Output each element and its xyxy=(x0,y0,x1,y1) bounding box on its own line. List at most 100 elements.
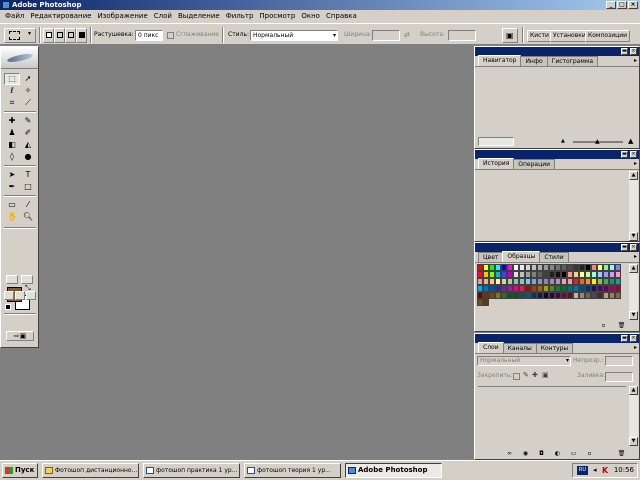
tab-info[interactable]: Инфо xyxy=(520,56,548,66)
layers-scrollbar[interactable]: ▲ ▼ xyxy=(629,386,638,446)
tab-navigator[interactable]: Навигатор xyxy=(478,55,522,66)
new-layer-icon[interactable]: ▫ xyxy=(585,450,594,458)
blur-tool-icon[interactable]: ◊ xyxy=(4,151,20,163)
maximize-button[interactable]: □ xyxy=(617,1,627,9)
panel-menu-arrow-icon[interactable]: ▸ xyxy=(634,160,637,167)
healing-brush-tool-icon[interactable]: ✚ xyxy=(4,115,20,127)
paint-bucket-tool-icon[interactable]: ◭ xyxy=(20,139,36,151)
lasso-tool-icon[interactable]: ℓ xyxy=(4,85,20,97)
panel-menu-arrow-icon[interactable]: ▸ xyxy=(634,344,637,351)
well-tab-presets[interactable]: Установки xyxy=(550,30,589,42)
toolbox-header[interactable] xyxy=(1,47,38,69)
rect-marquee-tool-icon[interactable]: ⬚ xyxy=(4,73,20,85)
scroll-down-icon[interactable]: ▼ xyxy=(629,311,638,320)
new-swatch-icon[interactable]: ▫ xyxy=(599,322,608,330)
path-selection-tool-icon[interactable]: ➤ xyxy=(4,169,20,181)
tab-color[interactable]: Цвет xyxy=(478,252,504,262)
opacity-input[interactable] xyxy=(605,356,633,366)
blend-mode-select[interactable]: Нормальный ▾ xyxy=(477,356,571,366)
close-button[interactable]: × xyxy=(628,1,638,9)
panel-minimize-button[interactable]: ▬ xyxy=(621,335,628,342)
panel-titlebar[interactable]: ▬ × xyxy=(475,243,639,252)
sound-icon[interactable]: ◂ xyxy=(593,464,597,477)
menu-filter[interactable]: Фильтр xyxy=(223,10,257,23)
history-list[interactable] xyxy=(478,173,626,239)
color-swatch[interactable] xyxy=(483,299,489,306)
scroll-up-icon[interactable]: ▲ xyxy=(629,264,638,273)
intersect-selection-button[interactable] xyxy=(76,28,87,43)
workspace-canvas-area[interactable] xyxy=(0,45,474,460)
panel-minimize-button[interactable]: ▬ xyxy=(621,48,628,55)
menu-edit[interactable]: Редактирование xyxy=(27,10,94,23)
delete-layer-icon[interactable]: 🗑︎ xyxy=(617,450,626,458)
well-tab-brushes[interactable]: Кисти xyxy=(527,30,552,42)
color-swatch[interactable] xyxy=(615,292,621,299)
history-brush-tool-icon[interactable]: ✐ xyxy=(20,127,36,139)
lock-all-icon[interactable]: ▣ xyxy=(542,371,549,379)
taskbar-item-doc-theory[interactable]: фотошоп теория 1 ур... xyxy=(244,463,341,478)
default-colors-icon[interactable] xyxy=(5,304,11,310)
adjustment-layer-icon[interactable]: ◐ xyxy=(553,450,562,458)
scroll-down-icon[interactable]: ▼ xyxy=(629,232,638,241)
jump-to-imageready-icon[interactable]: ⇨▣ xyxy=(6,331,34,341)
start-button[interactable]: Пуск xyxy=(2,463,38,478)
notes-tool-icon[interactable]: ▭ xyxy=(4,199,20,211)
brush-tool-icon[interactable]: ✎ xyxy=(20,115,36,127)
hand-tool-icon[interactable]: ✋ xyxy=(4,211,20,223)
pen-tool-icon[interactable]: ✒ xyxy=(4,181,20,193)
panel-close-button[interactable]: × xyxy=(630,151,637,158)
slice-tool-icon[interactable]: ⟋ xyxy=(20,97,36,109)
quickmask-mode-button[interactable] xyxy=(21,275,33,284)
panel-menu-arrow-icon[interactable]: ▸ xyxy=(634,253,637,260)
minimize-button[interactable]: _ xyxy=(606,1,616,9)
color-swatch[interactable] xyxy=(615,285,621,292)
panel-minimize-button[interactable]: ▬ xyxy=(621,151,628,158)
panel-menu-arrow-icon[interactable]: ▸ xyxy=(634,57,637,64)
fill-input[interactable] xyxy=(605,372,633,382)
history-scrollbar[interactable]: ▲ ▼ xyxy=(629,171,638,241)
lock-image-icon[interactable]: ✎ xyxy=(523,371,529,379)
tab-layers[interactable]: Слои xyxy=(478,342,504,353)
scroll-up-icon[interactable]: ▲ xyxy=(629,171,638,180)
tab-history[interactable]: История xyxy=(478,158,515,169)
menu-view[interactable]: Просмотр xyxy=(256,10,298,23)
menu-select[interactable]: Выделение xyxy=(175,10,223,23)
menu-window[interactable]: Окно xyxy=(298,10,323,23)
menu-file[interactable]: Файл xyxy=(2,10,27,23)
new-group-icon[interactable]: ▭ xyxy=(569,450,578,458)
tool-preset-picker[interactable]: ▾ xyxy=(4,28,36,43)
add-selection-button[interactable] xyxy=(54,28,65,43)
swap-dimensions-icon[interactable]: ⇄ xyxy=(404,31,410,39)
menu-help[interactable]: Справка xyxy=(323,10,360,23)
feather-input[interactable]: 0 пикс xyxy=(135,30,163,41)
panel-close-button[interactable]: × xyxy=(630,244,637,251)
zoom-slider-thumb[interactable]: ▲ xyxy=(595,138,600,145)
taskbar-item-doc-practice[interactable]: фотошоп практика 1 ур... xyxy=(143,463,240,478)
color-swatch[interactable] xyxy=(615,264,621,271)
zoom-field[interactable] xyxy=(478,137,514,146)
language-indicator[interactable]: RU xyxy=(577,466,588,475)
eyedropper-tool-icon[interactable]: ⁄ xyxy=(20,199,36,211)
panel-close-button[interactable]: × xyxy=(630,48,637,55)
tab-swatches[interactable]: Образцы xyxy=(502,251,541,262)
zoom-in-icon[interactable]: ▲ xyxy=(628,137,633,145)
panel-close-button[interactable]: × xyxy=(630,335,637,342)
tab-actions[interactable]: Операции xyxy=(513,159,555,169)
panel-minimize-button[interactable]: ▬ xyxy=(621,244,628,251)
zoom-tool-icon[interactable]: 🔍︎ xyxy=(20,211,36,223)
screen-mode-full-button[interactable] xyxy=(26,291,36,300)
width-input[interactable] xyxy=(372,30,400,41)
swatches-scrollbar[interactable]: ▲ ▼ xyxy=(629,264,638,320)
link-layers-icon[interactable]: ∞ xyxy=(505,450,514,458)
height-input[interactable] xyxy=(448,30,476,41)
file-browser-button[interactable]: ▣ xyxy=(502,28,518,43)
layers-list[interactable] xyxy=(478,386,626,446)
new-selection-button[interactable] xyxy=(43,28,54,43)
tab-paths[interactable]: Контуры xyxy=(535,343,574,353)
eraser-tool-icon[interactable]: ◧ xyxy=(4,139,20,151)
zoom-out-icon[interactable]: ▲ xyxy=(561,138,565,144)
layer-mask-icon[interactable]: ◘ xyxy=(537,450,546,458)
scroll-down-icon[interactable]: ▼ xyxy=(629,437,638,446)
delete-swatch-icon[interactable]: 🗑︎ xyxy=(617,322,626,330)
screen-mode-fullmenu-button[interactable] xyxy=(15,291,25,300)
